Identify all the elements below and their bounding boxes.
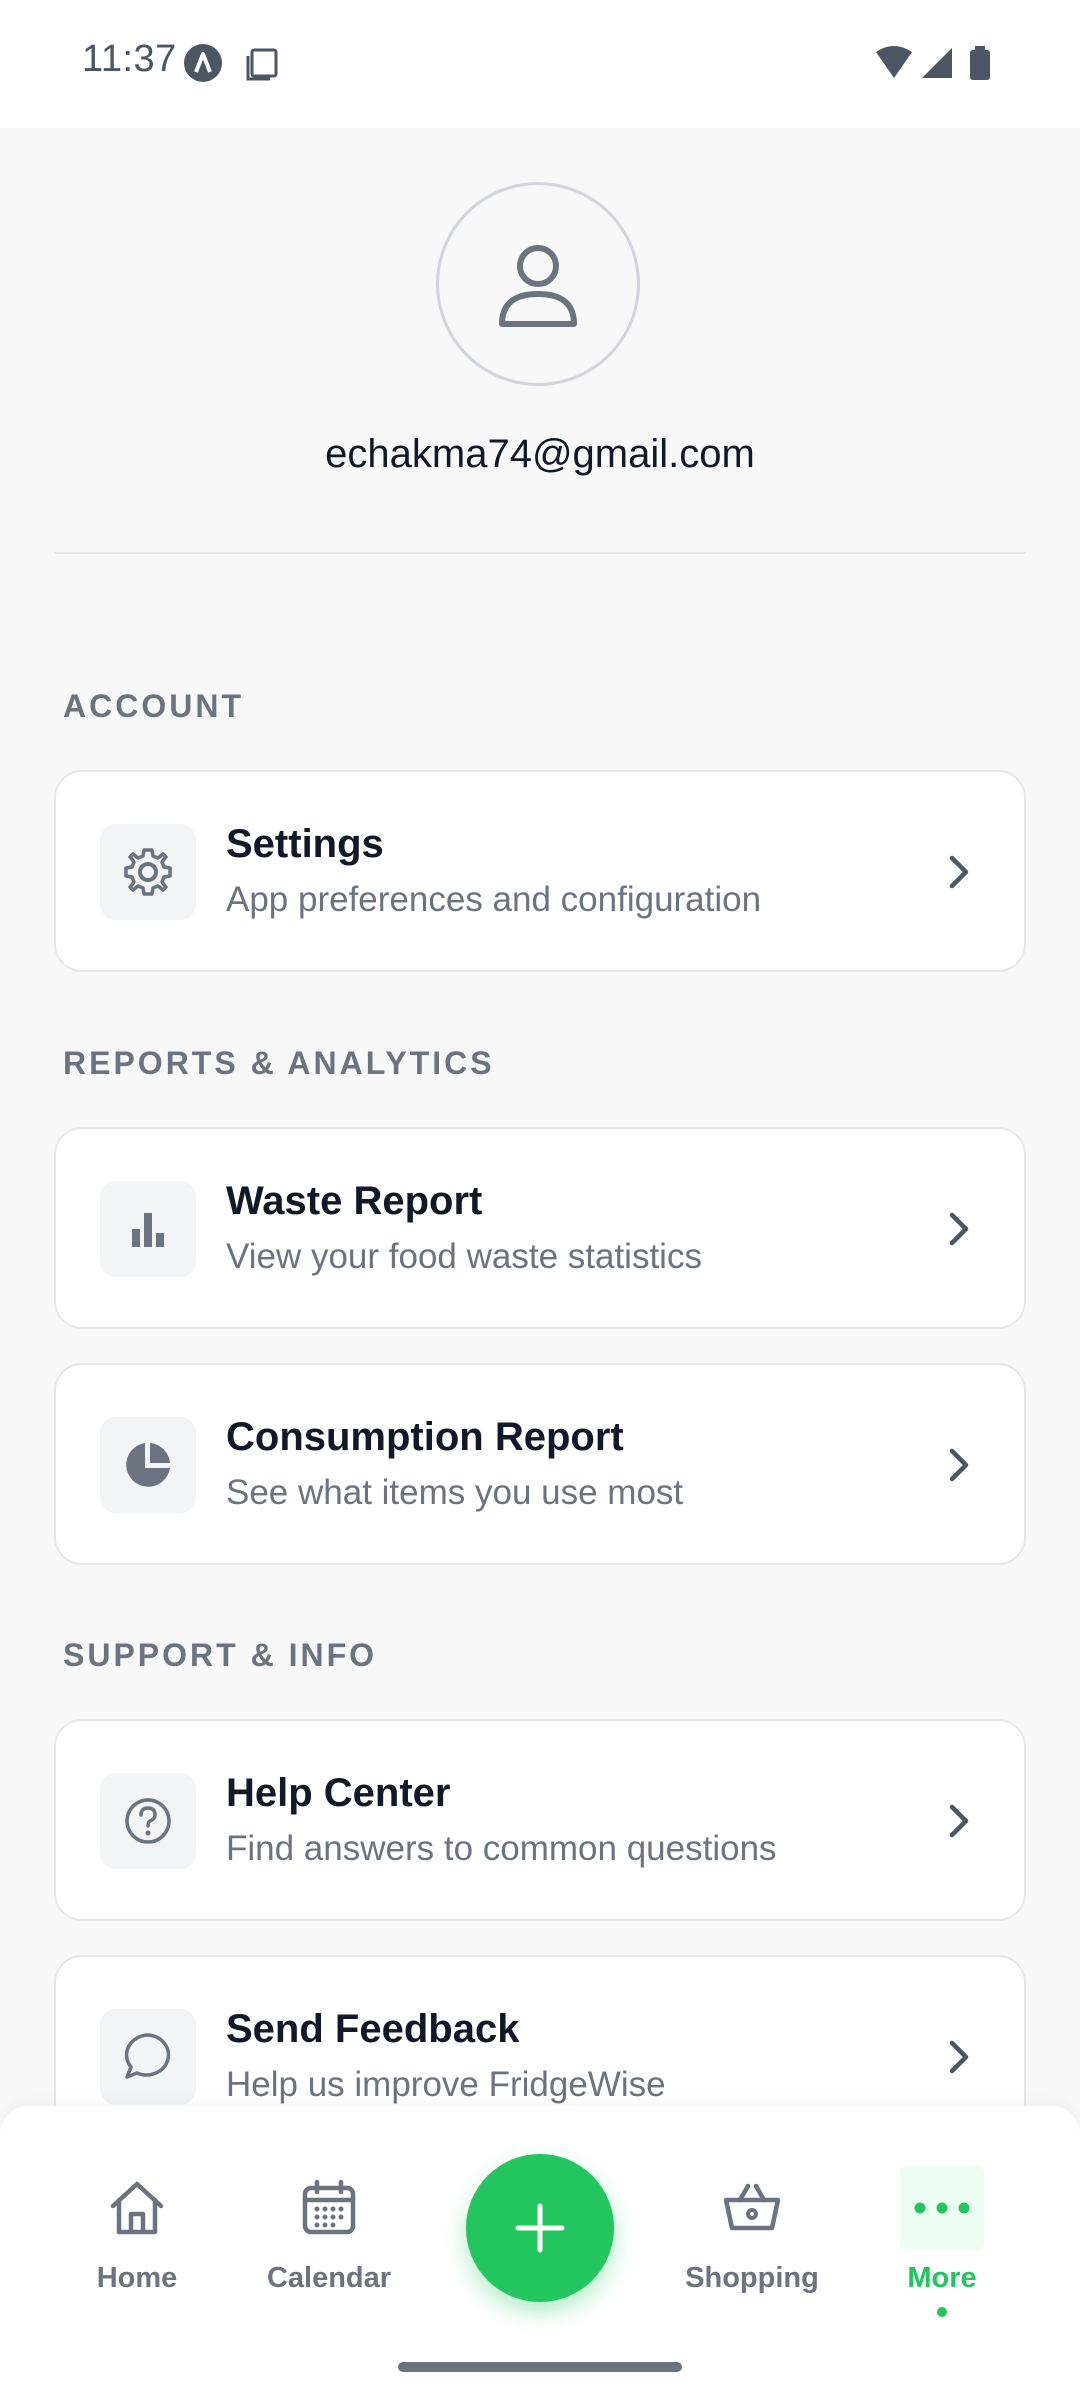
bottom-navigation: Home Calendar Shopping More	[0, 2106, 1080, 2400]
person-icon	[499, 245, 577, 327]
nav-home-label: Home	[96, 2262, 178, 2294]
chevron-right-icon	[944, 1445, 974, 1490]
gear-icon	[100, 824, 196, 920]
nav-more[interactable]: More	[852, 2166, 1032, 2317]
add-item-button[interactable]	[466, 2154, 614, 2302]
chevron-right-icon	[944, 2037, 974, 2082]
help-center-subtitle: Find answers to common questions	[226, 1829, 777, 1868]
screenshot-notification-icon	[244, 48, 280, 87]
nav-calendar[interactable]: Calendar	[239, 2166, 419, 2295]
chevron-right-icon	[944, 1801, 974, 1846]
consumption-report-title: Consumption Report	[226, 1415, 624, 1459]
signal-icon	[922, 48, 952, 78]
divider	[54, 552, 1026, 554]
nav-more-label: More	[907, 2262, 977, 2294]
settings-title: Settings	[226, 822, 384, 866]
app-notification-icon	[184, 44, 222, 82]
wifi-icon	[876, 46, 912, 78]
more-dots-icon	[900, 2166, 984, 2250]
settings-card[interactable]: Settings App preferences and configurati…	[54, 770, 1026, 972]
waste-report-card[interactable]: Waste Report View your food waste statis…	[54, 1127, 1026, 1329]
plus-icon	[515, 2203, 565, 2253]
status-icons	[874, 44, 1004, 89]
send-feedback-title: Send Feedback	[226, 2007, 520, 2051]
battery-icon	[970, 46, 990, 80]
consumption-report-subtitle: See what items you use most	[226, 1473, 684, 1512]
pie-chart-icon	[100, 1417, 196, 1513]
user-email: echakma74@gmail.com	[325, 432, 755, 476]
waste-report-title: Waste Report	[226, 1179, 483, 1223]
chevron-right-icon	[944, 1209, 974, 1254]
section-label-reports: REPORTS & ANALYTICS	[63, 1045, 495, 1081]
home-indicator[interactable]	[398, 2362, 682, 2372]
nav-shopping[interactable]: Shopping	[662, 2166, 842, 2295]
avatar[interactable]	[436, 182, 640, 386]
send-feedback-subtitle: Help us improve FridgeWise	[226, 2065, 666, 2104]
home-icon	[47, 2166, 227, 2250]
section-label-account: ACCOUNT	[63, 688, 244, 724]
question-circle-icon	[100, 1773, 196, 1869]
status-time: 11:37	[82, 38, 177, 80]
waste-report-subtitle: View your food waste statistics	[226, 1237, 702, 1276]
bar-chart-icon	[100, 1181, 196, 1277]
basket-icon	[662, 2166, 842, 2250]
status-bar: 11:37	[0, 0, 1080, 128]
calendar-icon	[239, 2166, 419, 2250]
settings-subtitle: App preferences and configuration	[226, 880, 762, 919]
active-indicator-dot	[937, 2307, 947, 2317]
nav-shopping-label: Shopping	[685, 2262, 819, 2294]
chat-bubble-icon	[100, 2009, 196, 2105]
nav-home[interactable]: Home	[47, 2166, 227, 2295]
section-label-support: SUPPORT & INFO	[63, 1637, 378, 1673]
consumption-report-card[interactable]: Consumption Report See what items you us…	[54, 1363, 1026, 1565]
help-center-title: Help Center	[226, 1771, 451, 1815]
help-center-card[interactable]: Help Center Find answers to common quest…	[54, 1719, 1026, 1921]
nav-calendar-label: Calendar	[266, 2262, 392, 2294]
chevron-right-icon	[944, 852, 974, 897]
